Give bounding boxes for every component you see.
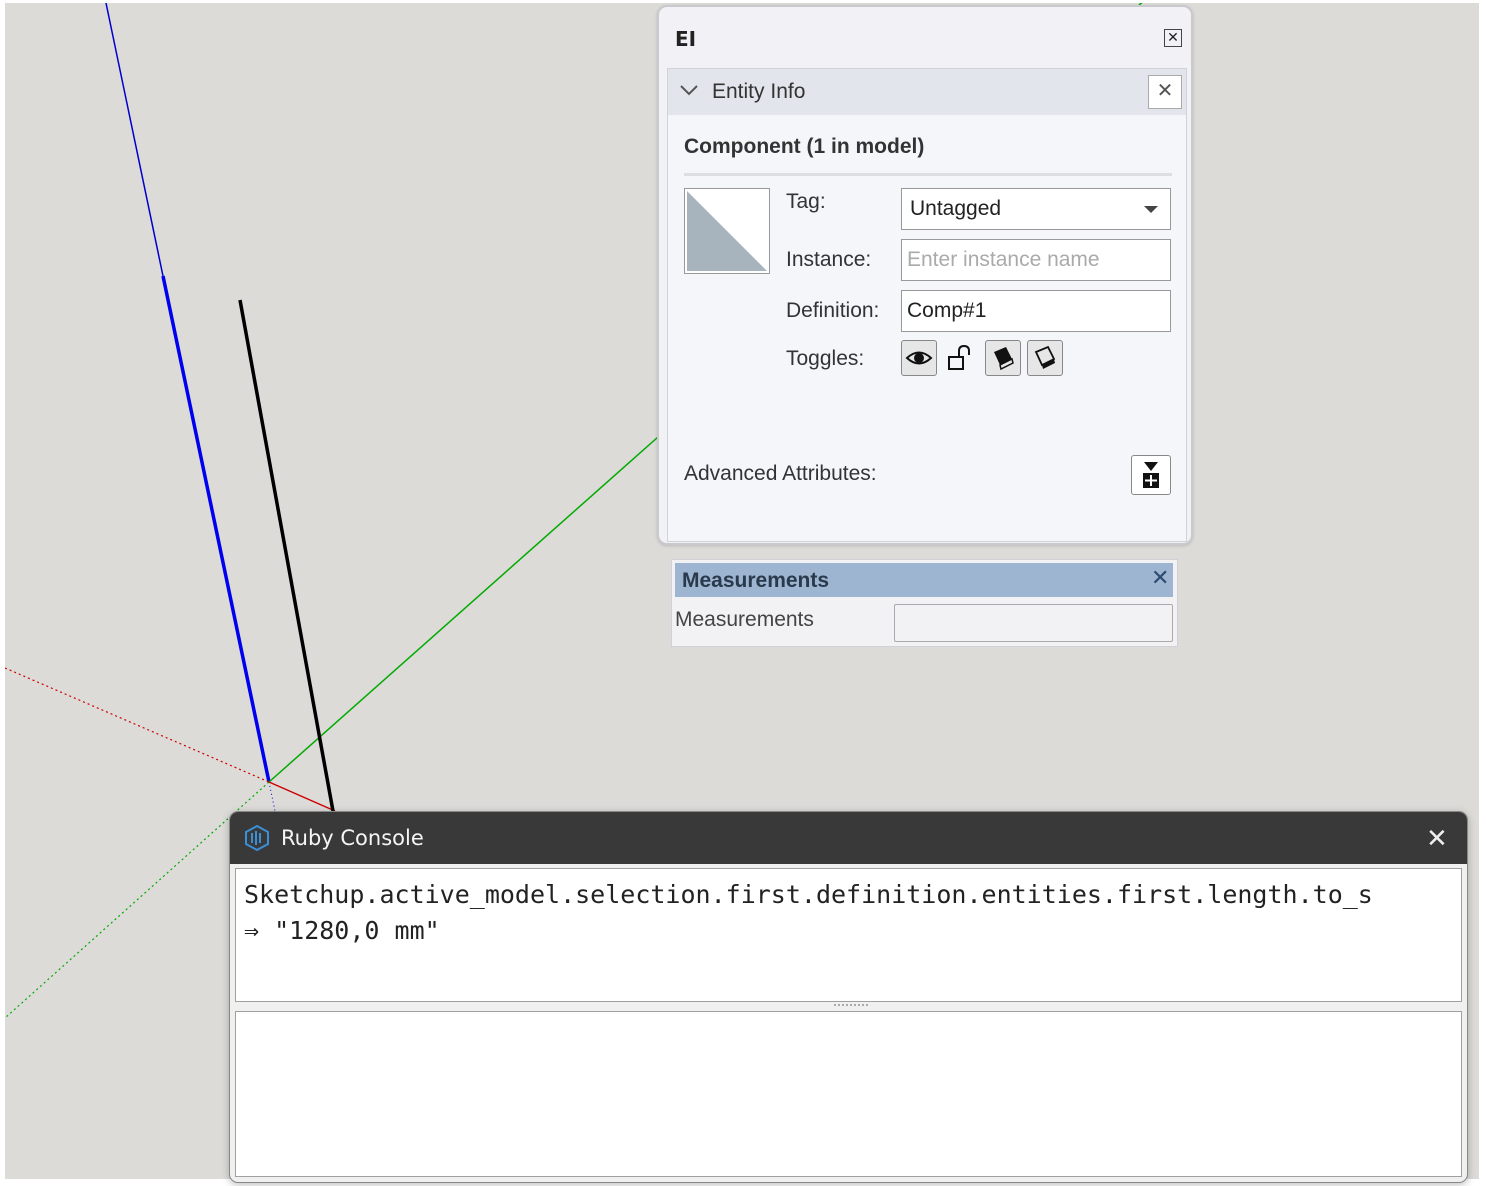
expand-attributes-icon <box>1143 462 1159 488</box>
panel-close-button[interactable]: ✕ <box>1148 75 1182 109</box>
divider <box>684 173 1172 176</box>
measurements-toolbar: Measurements ✕ Measurements <box>671 559 1178 647</box>
eye-icon <box>905 351 933 365</box>
measurements-title: Measurements <box>682 569 830 592</box>
hidden-toggle[interactable] <box>901 340 937 376</box>
tray-close-button[interactable]: ✕ <box>1164 29 1182 47</box>
tag-select-value: Untagged <box>910 197 1002 220</box>
chevron-down-icon[interactable] <box>679 83 699 97</box>
ruby-console-input[interactable] <box>235 1011 1462 1177</box>
advanced-attributes-label: Advanced Attributes: <box>684 462 877 485</box>
component-heading: Component (1 in model) <box>684 135 925 158</box>
close-icon[interactable]: ✕ <box>1151 565 1169 591</box>
definition-label: Definition: <box>786 299 880 322</box>
entity-info-header[interactable]: Entity Info ✕ <box>668 69 1186 115</box>
cast-shadows-icon <box>1034 345 1056 369</box>
ruby-console-title: Ruby Console <box>281 826 424 850</box>
definition-name-input[interactable] <box>901 290 1171 332</box>
tag-select[interactable]: Untagged <box>901 188 1171 230</box>
red-axis <box>268 781 336 812</box>
blue-axis-negative <box>268 781 276 812</box>
tag-label: Tag: <box>786 190 826 213</box>
close-icon[interactable]: ✕ <box>1426 824 1448 854</box>
toggles-label: Toggles: <box>786 347 865 370</box>
measurements-input[interactable] <box>894 604 1173 642</box>
tray-title: EI <box>675 27 697 51</box>
receive-shadows-icon <box>994 347 1014 371</box>
ruby-console-window: Ruby Console ✕ Sketchup.active_model.sel… <box>229 811 1468 1183</box>
blue-axis-far <box>105 3 164 277</box>
green-axis <box>268 436 659 783</box>
red-axis-negative <box>5 667 270 783</box>
instance-label: Instance: <box>786 248 872 271</box>
entity-info-panel: Entity Info ✕ Component (1 in model) Tag… <box>667 68 1187 542</box>
selected-edge <box>238 299 335 812</box>
locked-toggle[interactable] <box>943 340 979 376</box>
instance-name-input[interactable] <box>901 239 1171 281</box>
material-swatch[interactable] <box>684 188 770 274</box>
dropdown-arrow-icon <box>1144 206 1158 213</box>
sketchup-logo-icon <box>245 825 269 851</box>
material-swatch-icon <box>687 191 767 271</box>
pane-splitter[interactable] <box>834 1004 868 1009</box>
unlock-icon <box>948 344 970 370</box>
blue-axis <box>161 275 271 783</box>
advanced-attributes-button[interactable] <box>1131 455 1171 495</box>
entity-info-tray: EI ✕ Entity Info ✕ Component (1 in model… <box>657 5 1193 545</box>
ruby-console-output[interactable]: Sketchup.active_model.selection.first.de… <box>235 868 1462 1002</box>
panel-title: Entity Info <box>712 80 806 103</box>
output-line: Sketchup.active_model.selection.first.de… <box>244 880 1373 909</box>
ruby-console-titlebar[interactable]: Ruby Console ✕ <box>230 812 1467 864</box>
receive-shadows-toggle[interactable] <box>985 340 1021 376</box>
cast-shadows-toggle[interactable] <box>1027 340 1063 376</box>
measurements-label: Measurements <box>675 608 814 631</box>
measurements-header: Measurements ✕ <box>675 563 1173 597</box>
output-line: ⇒ "1280,0 mm" <box>244 916 440 945</box>
